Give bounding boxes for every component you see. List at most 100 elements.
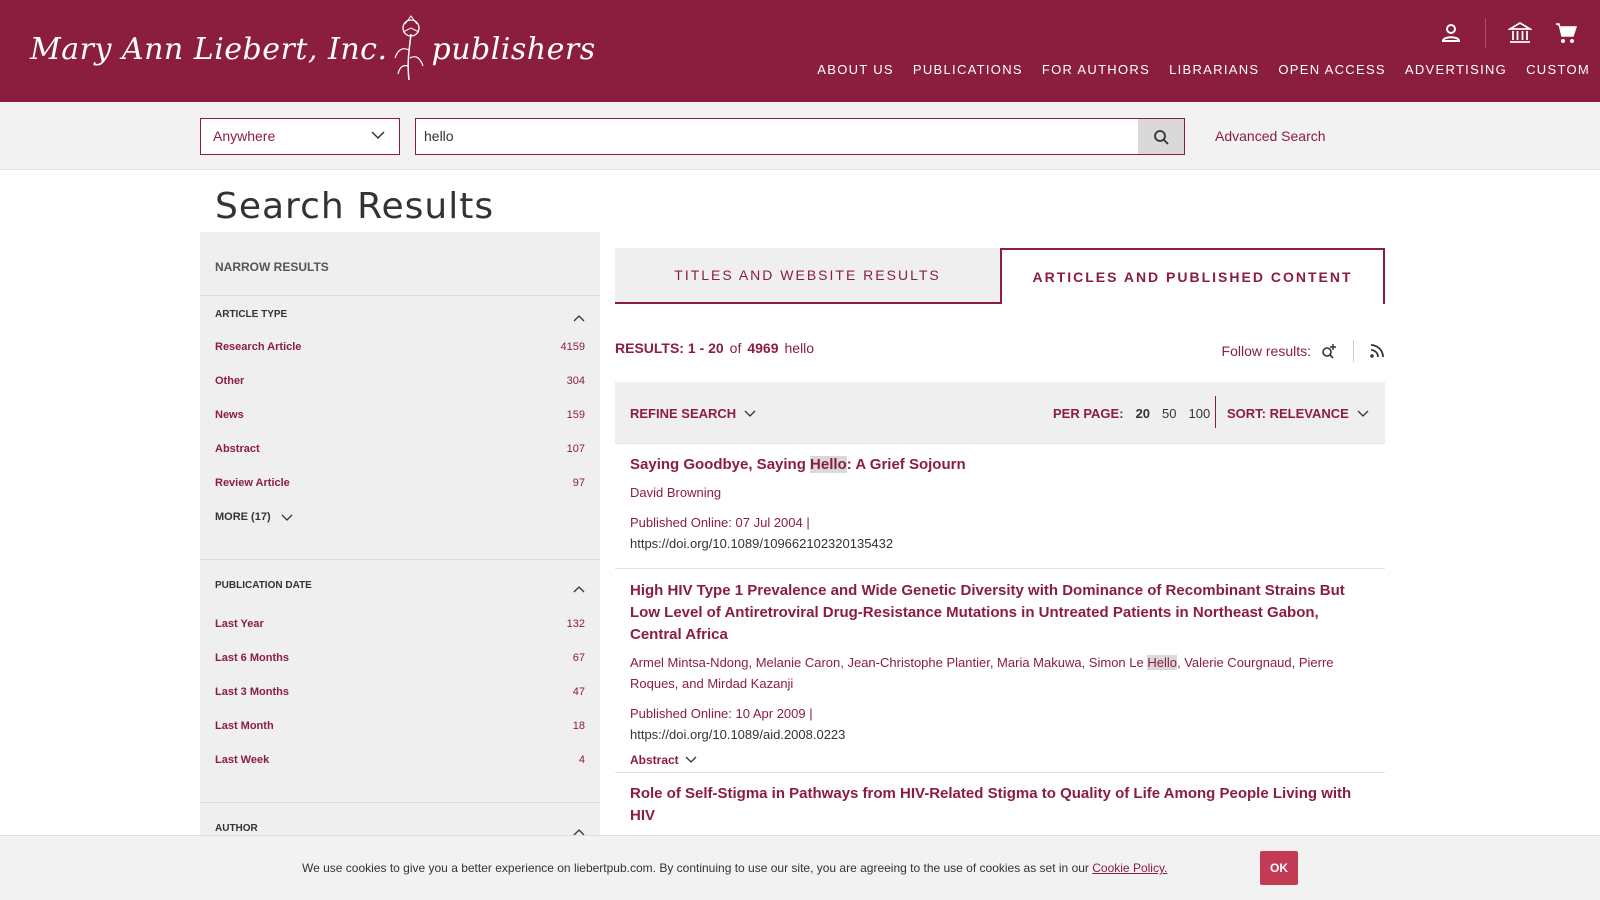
- facet-item[interactable]: Review Article 97: [215, 477, 585, 511]
- facet-article-type: ARTICLE TYPE Research Article 4159 Other 3…: [200, 296, 600, 560]
- site-header: Mary Ann Liebert, Inc. publishers ABOUT …: [0, 0, 1600, 102]
- per-page-option[interactable]: 100: [1189, 406, 1211, 421]
- divider: [1485, 18, 1486, 48]
- refine-search-toggle[interactable]: REFINE SEARCH: [630, 406, 756, 421]
- result-authors[interactable]: David Browning: [630, 482, 1370, 503]
- facet-item[interactable]: Last 3 Months 47: [215, 686, 585, 720]
- result-doi-link[interactable]: https://doi.org/10.1089/aid.2008.0223: [630, 724, 1370, 745]
- sort-label: SORT: RELEVANCE: [1227, 406, 1349, 421]
- logo-publishers-text: publishers: [431, 31, 596, 67]
- chevron-down-icon: [371, 131, 385, 140]
- sort-dropdown[interactable]: SORT: RELEVANCE: [1227, 406, 1369, 421]
- facet-item-count: 132: [566, 618, 585, 630]
- facet-title-publication-date[interactable]: PUBLICATION DATE: [215, 560, 585, 618]
- nav-librarians[interactable]: LIBRARIANS: [1169, 62, 1259, 77]
- facet-item-count: 97: [572, 477, 585, 489]
- facet-item-count: 107: [566, 443, 585, 455]
- facet-item-count: 4: [578, 754, 585, 766]
- flower-logo-icon: [394, 15, 425, 81]
- cookie-ok-button[interactable]: OK: [1260, 851, 1298, 885]
- cart-icon[interactable]: [1554, 21, 1578, 45]
- search-icon: [1154, 129, 1169, 145]
- nav-for-authors[interactable]: FOR AUTHORS: [1042, 62, 1150, 77]
- facet-item-label: Research Article: [215, 341, 302, 353]
- cookie-text: We use cookies to give you a better expe…: [302, 861, 1167, 875]
- search-query: hello: [424, 128, 454, 144]
- chevron-up-icon[interactable]: [573, 314, 585, 322]
- chevron-down-icon: [281, 514, 293, 521]
- facet-item[interactable]: Last 6 Months 67: [215, 652, 585, 686]
- chevron-up-icon[interactable]: [573, 585, 585, 593]
- nav-publications[interactable]: PUBLICATIONS: [913, 62, 1023, 77]
- chevron-down-icon: [685, 756, 697, 763]
- main-nav: ABOUT US PUBLICATIONS FOR AUTHORS LIBRAR…: [817, 62, 1600, 77]
- result-title[interactable]: Role of Self-Stigma in Pathways from HIV…: [630, 783, 1370, 827]
- cookie-policy-link[interactable]: Cookie Policy.: [1092, 861, 1167, 875]
- save-search-icon[interactable]: [1321, 343, 1337, 359]
- facet-title-article-type[interactable]: ARTICLE TYPE: [215, 296, 585, 341]
- search-highlight: Hello: [810, 456, 847, 473]
- per-page-selector: PER PAGE: 20 50 100: [1053, 406, 1210, 421]
- result-title-part: Saying Goodbye, Saying: [630, 456, 811, 473]
- result-authors-part: Armel Mintsa-Ndong, Melanie Caron, Jean-…: [630, 655, 1148, 670]
- search-button[interactable]: [1138, 119, 1184, 154]
- refine-search-label: REFINE SEARCH: [630, 406, 737, 421]
- facet-item[interactable]: Last Year 132: [215, 618, 585, 652]
- chevron-down-icon: [744, 410, 756, 417]
- facet-item-count: 47: [572, 686, 585, 698]
- facet-item-count: 4159: [560, 341, 585, 353]
- per-page-option[interactable]: 20: [1136, 406, 1150, 421]
- narrow-results-sidebar: NARROW RESULTS ARTICLE TYPE Research Art…: [200, 232, 600, 842]
- publisher-logo[interactable]: Mary Ann Liebert, Inc. publishers: [30, 14, 596, 84]
- institution-icon[interactable]: [1508, 21, 1532, 45]
- facet-item[interactable]: Last Month 18: [215, 720, 585, 754]
- more-label: MORE (17): [215, 511, 271, 523]
- result-item: Saying Goodbye, Saying Hello: A Grief So…: [615, 454, 1385, 569]
- rss-icon[interactable]: [1370, 344, 1384, 358]
- facet-item[interactable]: Research Article 4159: [215, 341, 585, 375]
- user-icon[interactable]: [1439, 21, 1463, 45]
- search-bar: Anywhere hello Advanced Search: [0, 102, 1600, 170]
- nav-about-us[interactable]: ABOUT US: [817, 62, 894, 77]
- facet-item[interactable]: Other 304: [215, 375, 585, 409]
- per-page-option[interactable]: 50: [1162, 406, 1176, 421]
- results-query: hello: [784, 340, 815, 356]
- refine-bar: REFINE SEARCH PER PAGE: 20 50 100 SORT: …: [615, 382, 1385, 444]
- result-doi-link[interactable]: https://doi.org/10.1089/1096621023201354…: [630, 533, 1370, 554]
- advanced-search-link[interactable]: Advanced Search: [1215, 128, 1326, 144]
- result-title[interactable]: Saying Goodbye, Saying Hello: A Grief So…: [630, 454, 1370, 476]
- result-authors[interactable]: Armel Mintsa-Ndong, Melanie Caron, Jean-…: [630, 652, 1370, 694]
- cookie-banner: We use cookies to give you a better expe…: [0, 835, 1600, 900]
- search-scope-select[interactable]: Anywhere: [200, 118, 400, 155]
- cookie-message: We use cookies to give you a better expe…: [302, 861, 1093, 875]
- nav-advertising[interactable]: ADVERTISING: [1405, 62, 1507, 77]
- facet-item-label: Last Year: [215, 618, 264, 630]
- facet-item-label: News: [215, 409, 244, 421]
- facet-item-label: Last Week: [215, 754, 270, 766]
- nav-open-access[interactable]: OPEN ACCESS: [1278, 62, 1386, 77]
- abstract-toggle[interactable]: Abstract: [630, 753, 1370, 767]
- abstract-label: Abstract: [630, 753, 679, 767]
- tab-articles-published[interactable]: ARTICLES AND PUBLISHED CONTENT: [1000, 248, 1385, 304]
- facet-item[interactable]: News 159: [215, 409, 585, 443]
- facet-item-label: Other: [215, 375, 245, 387]
- chevron-down-icon: [1357, 410, 1369, 417]
- facet-item-label: Abstract: [215, 443, 260, 455]
- divider: [1353, 340, 1354, 362]
- nav-custom[interactable]: CUSTOM: [1526, 62, 1590, 77]
- sidebar-heading: NARROW RESULTS: [200, 232, 600, 296]
- search-input[interactable]: hello: [415, 118, 1185, 155]
- search-highlight: Hello: [1147, 655, 1177, 670]
- facet-item[interactable]: Last Week 4: [215, 754, 585, 788]
- tab-titles-website[interactable]: TITLES AND WEBSITE RESULTS: [615, 248, 1000, 304]
- more-article-types-button[interactable]: MORE (17): [215, 511, 585, 551]
- search-scope-value: Anywhere: [213, 128, 276, 144]
- result-title[interactable]: High HIV Type 1 Prevalence and Wide Gene…: [630, 580, 1370, 646]
- facet-item[interactable]: Abstract 107: [215, 443, 585, 477]
- page-title: Search Results: [215, 186, 495, 227]
- divider: [1215, 396, 1216, 428]
- facet-item-label: Last 6 Months: [215, 652, 289, 664]
- facet-publication-date: PUBLICATION DATE Last Year 132 Last 6 Mon…: [200, 560, 600, 803]
- facet-item-count: 18: [572, 720, 585, 732]
- facet-title-label: AUTHOR: [215, 823, 258, 834]
